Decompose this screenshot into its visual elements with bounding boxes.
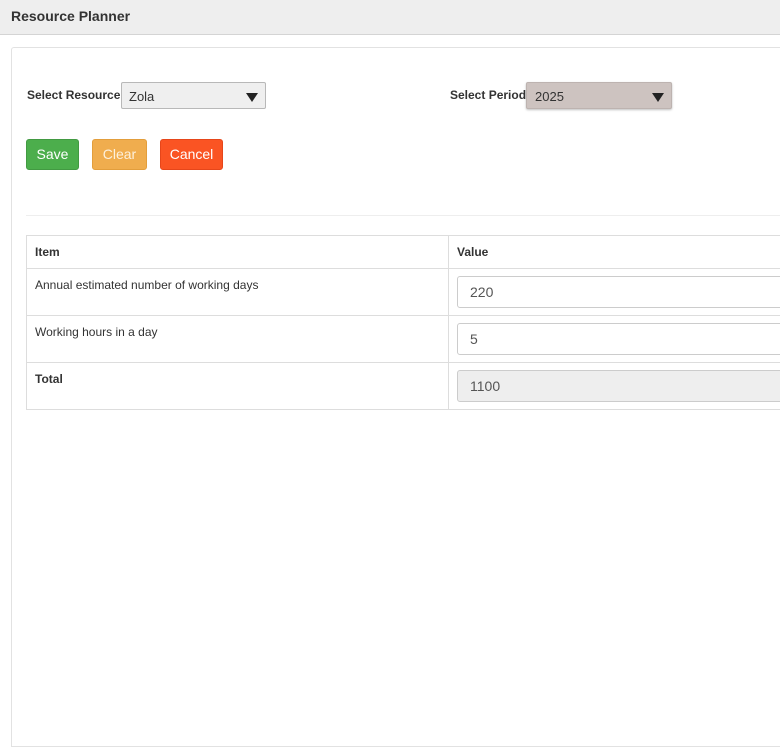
period-select[interactable]: 2025 [526, 82, 672, 109]
table-row: Annual estimated number of working days [27, 269, 780, 316]
item-working-days: Annual estimated number of working days [27, 269, 449, 316]
item-working-hours: Working hours in a day [27, 316, 449, 363]
column-header-item: Item [27, 236, 449, 269]
total-input [457, 370, 780, 402]
value-cell [449, 269, 780, 316]
page-title: Resource Planner [11, 8, 130, 24]
resource-select-value: Zola [129, 89, 154, 104]
dropdown-arrow-icon [246, 93, 258, 102]
title-bar: Resource Planner [0, 0, 780, 35]
select-resource-label: Select Resource [27, 88, 120, 102]
column-header-value: Value [449, 236, 780, 269]
working-hours-input[interactable] [457, 323, 780, 355]
value-cell [449, 363, 780, 410]
resource-select[interactable]: Zola [121, 82, 266, 109]
divider [26, 215, 780, 216]
clear-button[interactable]: Clear [92, 139, 147, 170]
period-select-value: 2025 [535, 89, 564, 104]
item-total: Total [27, 363, 449, 410]
planner-table: Item Value Annual estimated number of wo… [26, 235, 780, 410]
table-row: Working hours in a day [27, 316, 780, 363]
working-days-input[interactable] [457, 276, 780, 308]
table-row: Total [27, 363, 780, 410]
dropdown-arrow-icon [652, 93, 664, 102]
save-button[interactable]: Save [26, 139, 79, 170]
value-cell [449, 316, 780, 363]
cancel-button[interactable]: Cancel [160, 139, 223, 170]
select-period-label: Select Period [450, 88, 526, 102]
table-header-row: Item Value [27, 236, 780, 269]
